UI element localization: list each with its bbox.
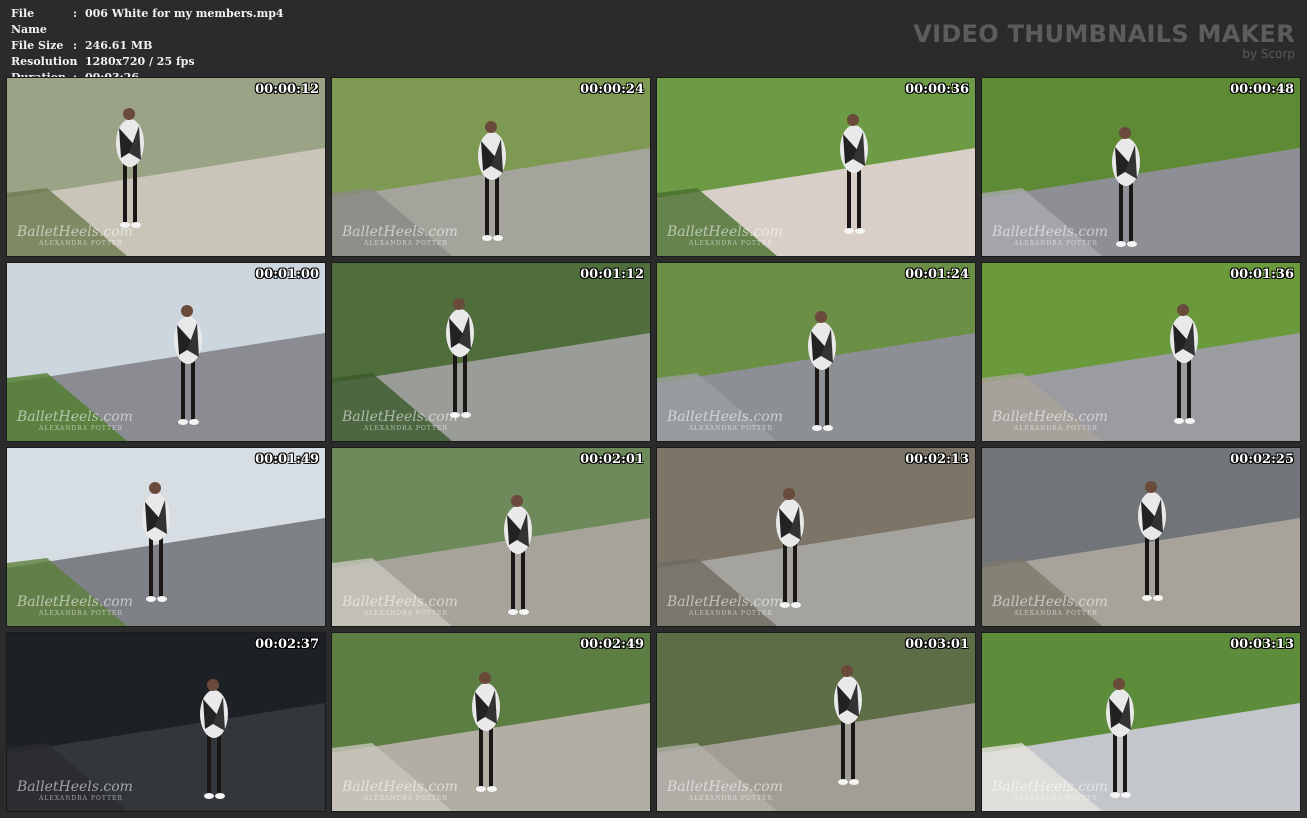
thumbnail-timestamp: 00:02:37 (255, 637, 319, 652)
thumbnail-timestamp: 00:01:36 (1230, 267, 1294, 282)
brand-subtitle: by Scorp (1242, 47, 1295, 61)
watermark: BalletHeels.com ALEXANDRA POTTER (992, 225, 1108, 250)
video-thumbnail[interactable]: 00:00:12 BalletHeels.com ALEXANDRA POTTER (7, 78, 325, 256)
thumbnail-timestamp: 00:00:48 (1230, 82, 1294, 97)
watermark: BalletHeels.com ALEXANDRA POTTER (992, 780, 1108, 805)
watermark-credit: ALEXANDRA POTTER (39, 240, 123, 247)
watermark-credit: ALEXANDRA POTTER (364, 425, 448, 432)
info-row-file-name: File Name : 006 White for my members.mp4 (11, 6, 284, 38)
info-sep: : (73, 7, 78, 20)
watermark-credit: ALEXANDRA POTTER (1014, 795, 1098, 802)
info-value: 246.61 MB (85, 39, 153, 52)
thumbnail-timestamp: 00:01:24 (905, 267, 969, 282)
watermark-credit: ALEXANDRA POTTER (39, 610, 123, 617)
watermark: BalletHeels.com ALEXANDRA POTTER (992, 410, 1108, 435)
watermark-credit: ALEXANDRA POTTER (364, 610, 448, 617)
video-thumbnail[interactable]: 00:02:25 BalletHeels.com ALEXANDRA POTTER (982, 448, 1300, 626)
info-sep: : (73, 39, 78, 52)
video-thumbnail[interactable]: 00:02:13 BalletHeels.com ALEXANDRA POTTER (657, 448, 975, 626)
watermark-credit: ALEXANDRA POTTER (689, 240, 773, 247)
watermark: BalletHeels.com ALEXANDRA POTTER (667, 225, 783, 250)
info-key: Resolution (11, 55, 78, 68)
watermark: BalletHeels.com ALEXANDRA POTTER (667, 595, 783, 620)
watermark-credit: ALEXANDRA POTTER (364, 240, 448, 247)
info-row-resolution: Resolution : 1280x720 / 25 fps (11, 54, 284, 70)
brand-logo: VIDEO THUMBNAILS MAKER by Scorp (913, 20, 1295, 60)
video-thumbnail[interactable]: 00:02:01 BalletHeels.com ALEXANDRA POTTER (332, 448, 650, 626)
watermark-credit: ALEXANDRA POTTER (689, 425, 773, 432)
info-sep: : (73, 55, 78, 68)
watermark-credit: ALEXANDRA POTTER (1014, 610, 1098, 617)
file-info: File Name : 006 White for my members.mp4… (11, 6, 284, 86)
watermark: BalletHeels.com ALEXANDRA POTTER (342, 410, 458, 435)
watermark: BalletHeels.com ALEXANDRA POTTER (17, 780, 133, 805)
watermark: BalletHeels.com ALEXANDRA POTTER (667, 410, 783, 435)
video-thumbnail[interactable]: 00:02:37 BalletHeels.com ALEXANDRA POTTER (7, 633, 325, 811)
thumbnail-timestamp: 00:02:25 (1230, 452, 1294, 467)
info-key: File Name (11, 7, 47, 36)
watermark: BalletHeels.com ALEXANDRA POTTER (17, 410, 133, 435)
thumbnail-timestamp: 00:02:49 (580, 637, 644, 652)
thumbnail-timestamp: 00:00:24 (580, 82, 644, 97)
watermark: BalletHeels.com ALEXANDRA POTTER (17, 225, 133, 250)
info-value: 1280x720 / 25 fps (85, 55, 195, 68)
video-thumbnail[interactable]: 00:01:00 BalletHeels.com ALEXANDRA POTTER (7, 263, 325, 441)
info-value: 006 White for my members.mp4 (85, 7, 284, 20)
video-thumbnail[interactable]: 00:00:48 BalletHeels.com ALEXANDRA POTTER (982, 78, 1300, 256)
watermark-credit: ALEXANDRA POTTER (364, 795, 448, 802)
video-thumbnail[interactable]: 00:01:24 BalletHeels.com ALEXANDRA POTTER (657, 263, 975, 441)
watermark: BalletHeels.com ALEXANDRA POTTER (992, 595, 1108, 620)
thumbnail-timestamp: 00:02:01 (580, 452, 644, 467)
info-key: File Size (11, 39, 64, 52)
watermark-credit: ALEXANDRA POTTER (1014, 425, 1098, 432)
thumbnail-timestamp: 00:01:12 (580, 267, 644, 282)
info-row-file-size: File Size : 246.61 MB (11, 38, 284, 54)
watermark: BalletHeels.com ALEXANDRA POTTER (342, 595, 458, 620)
video-thumbnail[interactable]: 00:01:12 BalletHeels.com ALEXANDRA POTTER (332, 263, 650, 441)
video-thumbnail[interactable]: 00:00:36 BalletHeels.com ALEXANDRA POTTER (657, 78, 975, 256)
watermark: BalletHeels.com ALEXANDRA POTTER (342, 225, 458, 250)
thumbnail-timestamp: 00:01:49 (255, 452, 319, 467)
thumbnail-timestamp: 00:00:36 (905, 82, 969, 97)
watermark: BalletHeels.com ALEXANDRA POTTER (667, 780, 783, 805)
watermark: BalletHeels.com ALEXANDRA POTTER (342, 780, 458, 805)
watermark-credit: ALEXANDRA POTTER (689, 610, 773, 617)
video-thumbnail[interactable]: 00:01:49 BalletHeels.com ALEXANDRA POTTER (7, 448, 325, 626)
video-thumbnail[interactable]: 00:02:49 BalletHeels.com ALEXANDRA POTTER (332, 633, 650, 811)
video-thumbnail[interactable]: 00:01:36 BalletHeels.com ALEXANDRA POTTER (982, 263, 1300, 441)
thumbnail-timestamp: 00:03:01 (905, 637, 969, 652)
watermark: BalletHeels.com ALEXANDRA POTTER (17, 595, 133, 620)
thumbnail-timestamp: 00:00:12 (255, 82, 319, 97)
watermark-credit: ALEXANDRA POTTER (39, 425, 123, 432)
watermark-credit: ALEXANDRA POTTER (1014, 240, 1098, 247)
video-thumbnail[interactable]: 00:03:01 BalletHeels.com ALEXANDRA POTTER (657, 633, 975, 811)
video-thumbnail[interactable]: 00:00:24 BalletHeels.com ALEXANDRA POTTER (332, 78, 650, 256)
thumbnail-timestamp: 00:03:13 (1230, 637, 1294, 652)
thumbnail-timestamp: 00:01:00 (255, 267, 319, 282)
watermark-credit: ALEXANDRA POTTER (39, 795, 123, 802)
watermark-credit: ALEXANDRA POTTER (689, 795, 773, 802)
brand-title: VIDEO THUMBNAILS MAKER (913, 20, 1295, 48)
video-thumbnail[interactable]: 00:03:13 BalletHeels.com ALEXANDRA POTTER (982, 633, 1300, 811)
thumbnail-timestamp: 00:02:13 (905, 452, 969, 467)
